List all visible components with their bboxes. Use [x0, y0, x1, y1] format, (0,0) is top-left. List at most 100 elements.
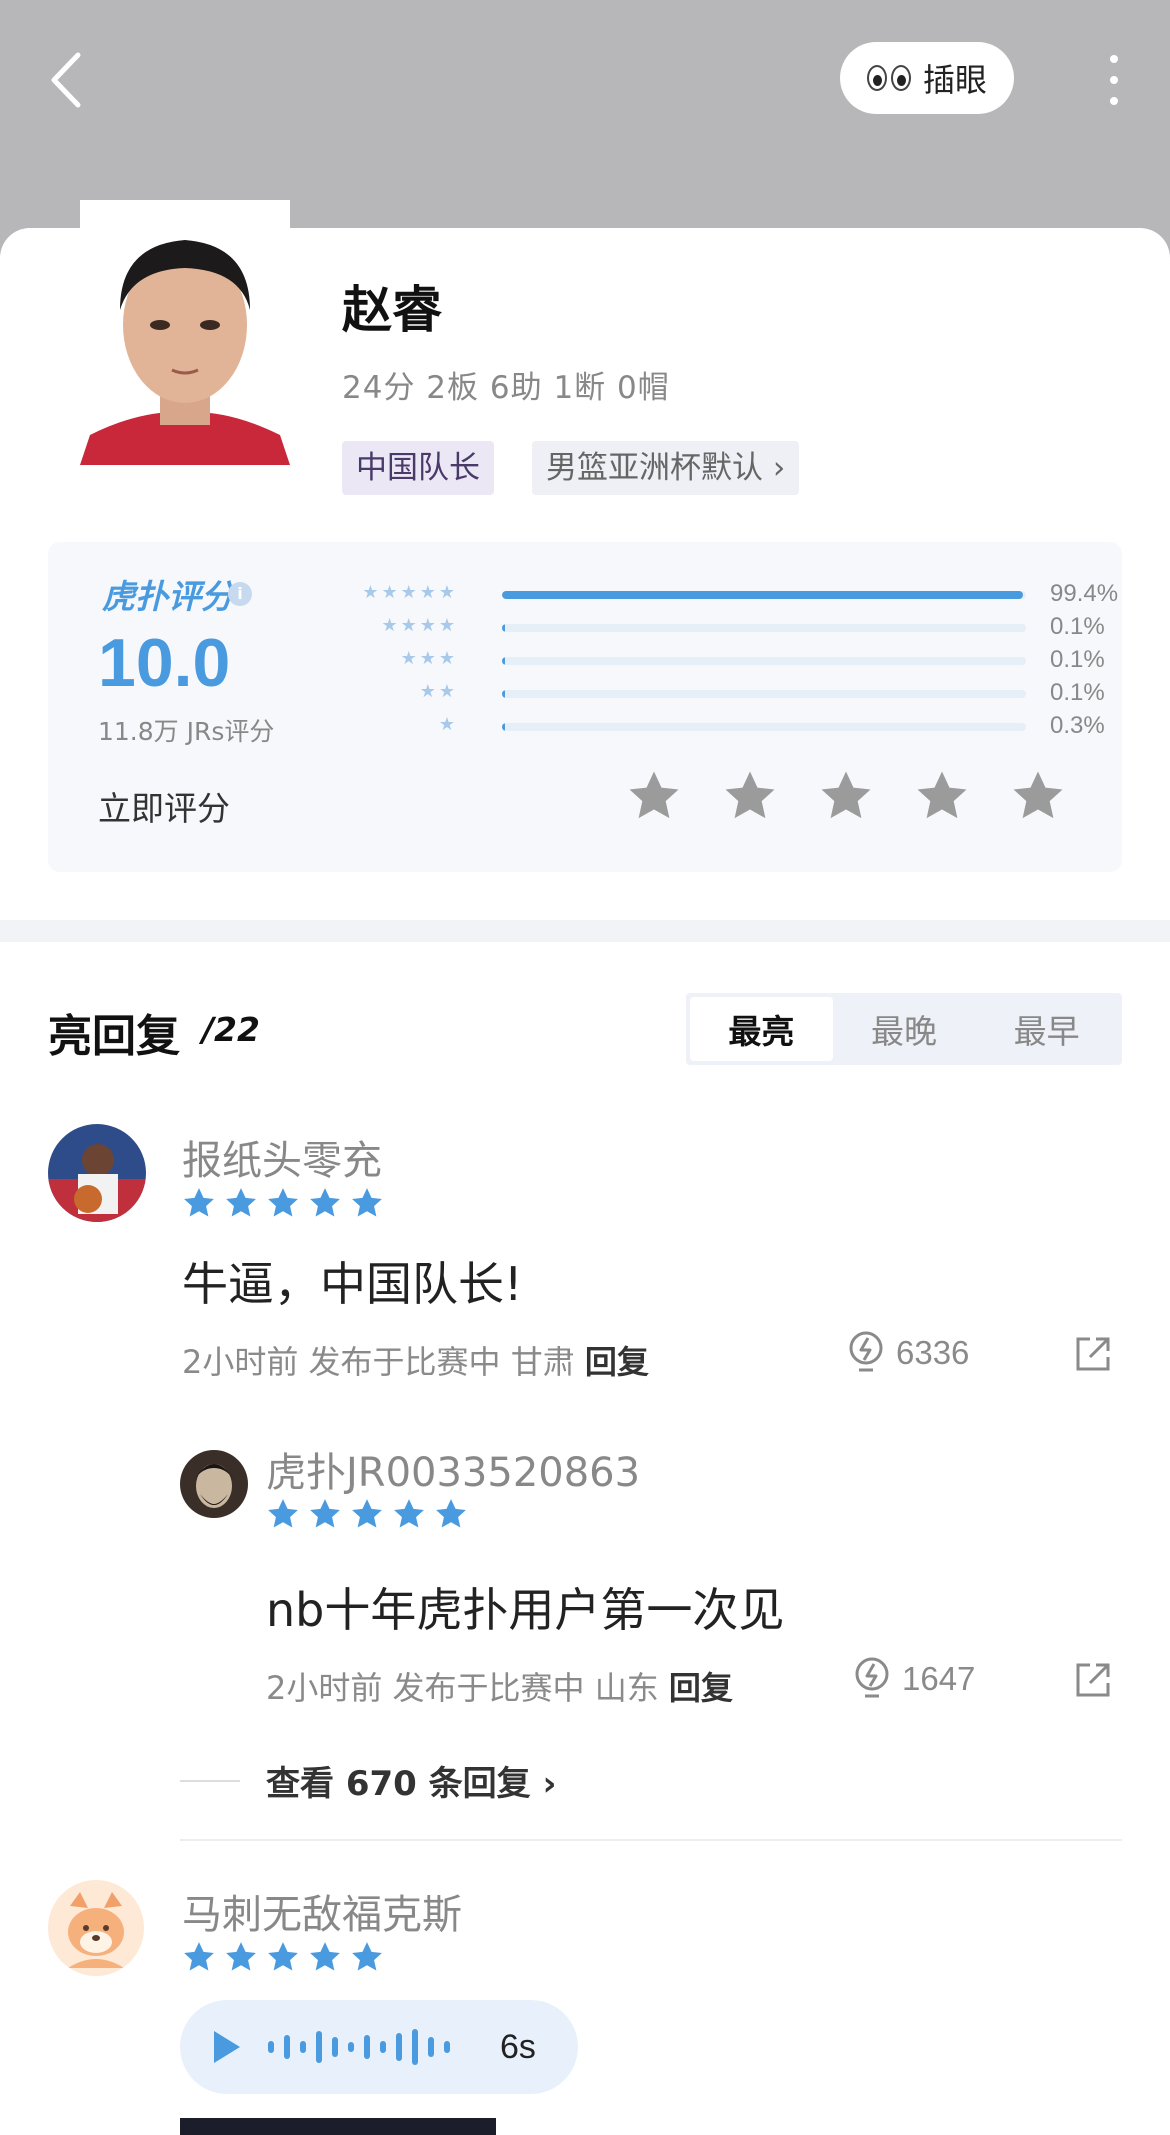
star-icon: [184, 1942, 214, 1971]
dist-stars: ★★★★★: [362, 582, 458, 603]
dist-stars: ★★★★: [381, 615, 458, 636]
lightbulb-icon: [855, 1657, 889, 1698]
dist-percent: 0.1%: [1050, 679, 1105, 706]
star-icon: [352, 1942, 382, 1971]
rate-star-picker: [626, 768, 1066, 824]
sort-tabs: 最亮 最晚 最早: [686, 993, 1122, 1065]
reply-link[interactable]: 回复: [669, 1669, 733, 1707]
avatar[interactable]: [48, 1124, 146, 1222]
distribution-row-1: ★ 0.3%: [318, 712, 1108, 742]
star-icon: [629, 771, 679, 819]
peek-label: 插眼: [922, 61, 987, 99]
rate-star-4[interactable]: [914, 768, 970, 824]
star-icon: [821, 771, 871, 819]
user-rating-stars: [182, 1186, 384, 1220]
avatar[interactable]: [180, 1450, 248, 1518]
player-card: [0, 228, 1170, 2135]
tab-brightest[interactable]: 最亮: [690, 997, 833, 1061]
rate-star-3[interactable]: [818, 768, 874, 824]
star-icon: [352, 1188, 382, 1217]
star-icon: [436, 1499, 466, 1528]
share-icon[interactable]: [1072, 1333, 1114, 1375]
voice-duration: 6s: [500, 2027, 536, 2066]
info-icon[interactable]: i: [228, 582, 252, 606]
star-icon: [226, 1942, 256, 1971]
light-button[interactable]: 6336: [846, 1330, 969, 1376]
rate-now-label: 立即评分: [98, 789, 230, 828]
star-icon: [268, 1188, 298, 1217]
media-thumbnail[interactable]: [180, 2118, 496, 2135]
star-icon: [268, 1499, 298, 1528]
rate-star-5[interactable]: [1010, 768, 1066, 824]
view-more-replies[interactable]: 查看 670 条回复 ›: [266, 1756, 557, 1805]
player-stats: 24分 2板 6助 1断 0帽: [342, 370, 670, 406]
comment-meta: 2小时前 发布于比赛中 甘肃 回复: [182, 1337, 649, 1383]
tab-latest[interactable]: 最晚: [833, 997, 976, 1061]
star-icon: [310, 1188, 340, 1217]
star-icon: [184, 1188, 214, 1217]
tag-captain[interactable]: 中国队长: [342, 441, 494, 495]
view-more-line: [180, 1780, 240, 1782]
lightbulb-icon: [849, 1331, 883, 1372]
distribution-row-2: ★★ 0.1%: [318, 679, 1108, 709]
star-icon: [310, 1499, 340, 1528]
dist-stars: ★★★: [400, 648, 458, 669]
user-rating-stars: [182, 1940, 384, 1974]
username[interactable]: 报纸头零充: [182, 1128, 382, 1186]
rate-star-1[interactable]: [626, 768, 682, 824]
star-icon: [917, 771, 967, 819]
eyes-icon: [866, 65, 911, 91]
dist-percent: 0.1%: [1050, 646, 1105, 673]
distribution-row-5: ★★★★★ 99.4%: [318, 580, 1118, 610]
player-name: 赵睿: [342, 281, 442, 339]
distribution-row-3: ★★★ 0.1%: [318, 646, 1108, 676]
share-icon[interactable]: [1072, 1659, 1114, 1701]
star-icon: [310, 1942, 340, 1971]
username[interactable]: 虎扑JR0033520863: [266, 1440, 640, 1498]
comment-text: nb十年虎扑用户第一次见: [266, 1583, 785, 1637]
star-icon: [1013, 771, 1063, 819]
replies-title: 亮回复: [48, 1011, 180, 1062]
distribution-row-4: ★★★★ 0.1%: [318, 613, 1108, 643]
dist-stars: ★★: [419, 681, 458, 702]
reply-link[interactable]: 回复: [585, 1343, 649, 1381]
star-icon: [268, 1942, 298, 1971]
reply-separator: [180, 1839, 1122, 1841]
tab-earliest[interactable]: 最早: [975, 997, 1118, 1061]
dist-bar: [502, 591, 1026, 599]
dist-percent: 0.3%: [1050, 712, 1105, 739]
star-icon: [394, 1499, 424, 1528]
rate-star-2[interactable]: [722, 768, 778, 824]
like-count: 1647: [902, 1660, 976, 1697]
dist-percent: 99.4%: [1050, 580, 1119, 607]
rating-count: 11.8万 JRs评分: [98, 717, 275, 746]
rating-panel: 虎扑评分® i 10.0 11.8万 JRs评分 ★★★★★ 99.4% ★★★…: [48, 542, 1122, 872]
voice-message-player[interactable]: 6s: [180, 2000, 578, 2094]
dist-bar: [502, 657, 1026, 665]
rating-score: 10.0: [98, 625, 231, 701]
like-count: 6336: [896, 1334, 970, 1371]
player-photo: [80, 200, 290, 465]
comment-time: 2小时前 发布于比赛中 山东: [266, 1669, 659, 1707]
more-options-button[interactable]: [1104, 55, 1124, 105]
waveform-icon: [268, 2029, 450, 2065]
user-rating-stars: [266, 1497, 468, 1531]
dist-bar: [502, 690, 1026, 698]
comment-meta: 2小时前 发布于比赛中 山东 回复: [266, 1663, 733, 1709]
star-icon: [352, 1499, 382, 1528]
light-button[interactable]: 1647: [852, 1656, 975, 1702]
back-button[interactable]: [48, 50, 98, 110]
dist-bar: [502, 723, 1026, 731]
avatar[interactable]: [48, 1880, 144, 1976]
chevron-left-icon: [51, 52, 81, 108]
replies-count: /22: [202, 1010, 260, 1049]
username[interactable]: 马刺无敌福克斯: [182, 1882, 462, 1940]
dist-stars: ★: [438, 714, 458, 735]
peek-button[interactable]: 插眼: [840, 42, 1014, 114]
star-icon: [725, 771, 775, 819]
comment-text: 牛逼，中国队长!: [182, 1257, 523, 1311]
star-icon: [226, 1188, 256, 1217]
play-icon: [214, 2031, 240, 2063]
tag-asia-cup[interactable]: 男篮亚洲杯默认 ›: [532, 441, 800, 495]
comment-time: 2小时前 发布于比赛中 甘肃: [182, 1343, 575, 1381]
